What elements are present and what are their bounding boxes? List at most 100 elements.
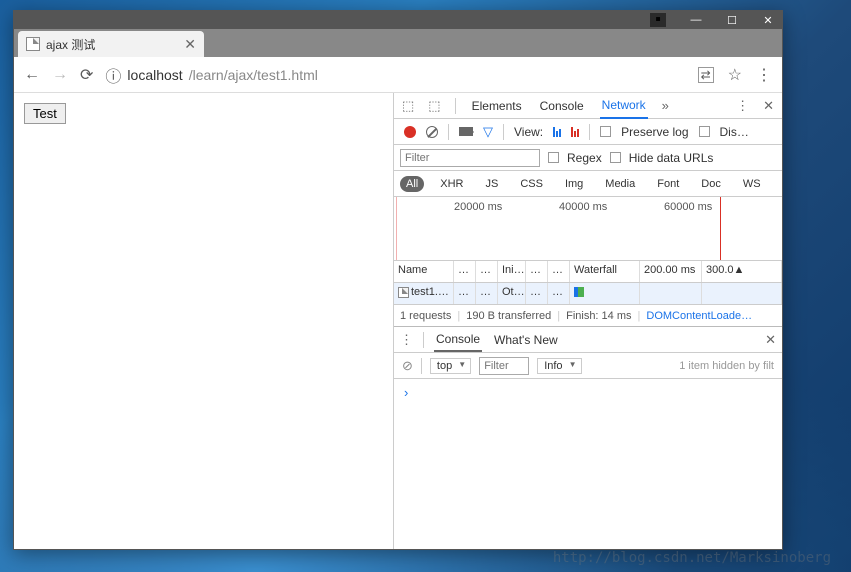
tl-start-line bbox=[396, 197, 397, 260]
summary-dcl: DOMContentLoade… bbox=[646, 310, 752, 322]
page-icon bbox=[26, 37, 40, 51]
type-media[interactable]: Media bbox=[599, 176, 641, 192]
col-initiator[interactable]: Ini… bbox=[498, 261, 526, 282]
hide-urls-label: Hide data URLs bbox=[629, 151, 714, 165]
type-xhr[interactable]: XHR bbox=[434, 176, 469, 192]
row-status: … bbox=[454, 283, 476, 304]
summary-requests: 1 requests bbox=[400, 310, 451, 322]
type-doc[interactable]: Doc bbox=[695, 176, 727, 192]
more-tabs-icon[interactable]: » bbox=[662, 98, 669, 113]
row-initiator: Ot… bbox=[498, 283, 526, 304]
network-filter-input[interactable] bbox=[400, 149, 540, 167]
overview-icon[interactable] bbox=[571, 127, 579, 137]
timeline-overview[interactable]: 20000 ms 40000 ms 60000 ms bbox=[394, 197, 782, 261]
col-time[interactable]: … bbox=[548, 261, 570, 282]
url-path: /learn/ajax/test1.html bbox=[189, 67, 318, 83]
disable-cache-label: Dis… bbox=[720, 125, 749, 139]
drawer-whatsnew-tab[interactable]: What's New bbox=[492, 329, 560, 351]
address-bar[interactable]: ⓘ localhost/learn/ajax/test1.html bbox=[105, 63, 685, 87]
network-summary: 1 requests | 190 B transferred | Finish:… bbox=[394, 305, 782, 327]
tl-40000: 40000 ms bbox=[559, 201, 607, 213]
close-window-button[interactable]: ✕ bbox=[762, 14, 774, 26]
row-time: … bbox=[548, 283, 570, 304]
type-img[interactable]: Img bbox=[559, 176, 589, 192]
browser-tabstrip: ajax 测试 ✕ bbox=[14, 29, 782, 57]
row-waterfall bbox=[570, 283, 640, 304]
network-table-header: Name … … Ini… … … Waterfall 200.00 ms 30… bbox=[394, 261, 782, 283]
tl-20000: 20000 ms bbox=[454, 201, 502, 213]
test-button[interactable]: Test bbox=[24, 103, 66, 124]
page-body: Test bbox=[14, 93, 394, 549]
network-row[interactable]: test1.… … … Ot… … … bbox=[394, 283, 782, 305]
col-type[interactable]: … bbox=[476, 261, 498, 282]
summary-finish: Finish: 14 ms bbox=[566, 310, 631, 322]
site-info-icon[interactable]: ⓘ bbox=[105, 63, 121, 87]
drawer-close-icon[interactable]: ✕ bbox=[765, 332, 776, 348]
filter-row: Regex Hide data URLs bbox=[394, 145, 782, 171]
devtools-close-icon[interactable]: ✕ bbox=[763, 98, 774, 114]
nav-right-icons: ⇄ ☆ ⋮ bbox=[698, 65, 772, 85]
hidden-items-label: 1 item hidden by filt bbox=[679, 360, 774, 372]
navigation-bar: ← → ⟳ ⓘ localhost/learn/ajax/test1.html … bbox=[14, 57, 782, 93]
bookmark-icon[interactable]: ☆ bbox=[728, 65, 742, 85]
filter-icon[interactable]: ▽ bbox=[483, 124, 493, 140]
drawer-menu-icon[interactable]: ⋮ bbox=[400, 332, 413, 348]
context-select[interactable]: top bbox=[430, 358, 471, 374]
type-ws[interactable]: WS bbox=[737, 176, 767, 192]
drawer-tabbar: ⋮ Console What's New ✕ bbox=[394, 327, 782, 353]
type-js[interactable]: JS bbox=[479, 176, 504, 192]
user-icon[interactable]: ▪ bbox=[650, 13, 666, 27]
browser-menu-icon[interactable]: ⋮ bbox=[756, 65, 772, 85]
console-body[interactable]: › bbox=[394, 379, 782, 549]
browser-tab[interactable]: ajax 测试 ✕ bbox=[18, 31, 204, 57]
type-font[interactable]: Font bbox=[651, 176, 685, 192]
col-status[interactable]: … bbox=[454, 261, 476, 282]
record-button[interactable] bbox=[404, 126, 416, 138]
type-manifest[interactable]: Manifest bbox=[777, 176, 782, 192]
drawer-console-tab[interactable]: Console bbox=[434, 328, 482, 352]
console-clear-icon[interactable]: ⊘ bbox=[402, 358, 413, 374]
large-rows-icon[interactable] bbox=[553, 127, 561, 137]
row-size: … bbox=[526, 283, 548, 304]
type-all[interactable]: All bbox=[400, 176, 424, 192]
type-css[interactable]: CSS bbox=[514, 176, 549, 192]
col-waterfall[interactable]: Waterfall bbox=[570, 261, 640, 282]
window-titlebar: ▪ — ☐ ✕ bbox=[14, 11, 782, 29]
summary-bytes: 190 B transferred bbox=[466, 310, 551, 322]
maximize-button[interactable]: ☐ bbox=[726, 14, 738, 26]
tab-console[interactable]: Console bbox=[538, 94, 586, 118]
minimize-button[interactable]: — bbox=[690, 14, 702, 26]
translate-icon[interactable]: ⇄ bbox=[698, 67, 714, 83]
clear-button[interactable] bbox=[426, 126, 438, 138]
forward-button: → bbox=[52, 66, 68, 84]
screenshot-icon[interactable] bbox=[459, 127, 473, 136]
console-filter-input[interactable] bbox=[479, 357, 529, 375]
devtools-tabbar: ⬚ ⬚ Elements Console Network » ⋮ ✕ bbox=[394, 93, 782, 119]
device-toggle-icon[interactable]: ⬚ bbox=[428, 98, 440, 114]
regex-label: Regex bbox=[567, 151, 602, 165]
col-name[interactable]: Name bbox=[394, 261, 454, 282]
col-200ms: 200.00 ms bbox=[640, 261, 702, 282]
tab-network[interactable]: Network bbox=[600, 93, 648, 119]
col-size[interactable]: … bbox=[526, 261, 548, 282]
preserve-log-label: Preserve log bbox=[621, 125, 688, 139]
browser-window: ▪ — ☐ ✕ ajax 测试 ✕ ← → ⟳ ⓘ localhost/lear… bbox=[13, 10, 783, 550]
hide-urls-checkbox[interactable] bbox=[610, 152, 621, 163]
console-prompt: › bbox=[404, 385, 408, 400]
tab-close-button[interactable]: ✕ bbox=[184, 36, 196, 53]
loglevel-select[interactable]: Info bbox=[537, 358, 581, 374]
view-label: View: bbox=[514, 125, 543, 139]
disable-cache-checkbox[interactable] bbox=[699, 126, 710, 137]
tl-60000: 60000 ms bbox=[664, 201, 712, 213]
tab-elements[interactable]: Elements bbox=[470, 94, 524, 118]
content-area: Test ⬚ ⬚ Elements Console Network » ⋮ ✕ … bbox=[14, 93, 782, 549]
reload-button[interactable]: ⟳ bbox=[80, 65, 93, 85]
back-button[interactable]: ← bbox=[24, 66, 40, 84]
console-toolbar: ⊘ top Info 1 item hidden by filt bbox=[394, 353, 782, 379]
inspect-icon[interactable]: ⬚ bbox=[402, 98, 414, 114]
devtools-menu-icon[interactable]: ⋮ bbox=[736, 98, 749, 114]
regex-checkbox[interactable] bbox=[548, 152, 559, 163]
preserve-log-checkbox[interactable] bbox=[600, 126, 611, 137]
watermark: http://blog.csdn.net/Marksinoberg bbox=[553, 550, 831, 566]
network-toolbar: ▽ View: Preserve log Dis… bbox=[394, 119, 782, 145]
